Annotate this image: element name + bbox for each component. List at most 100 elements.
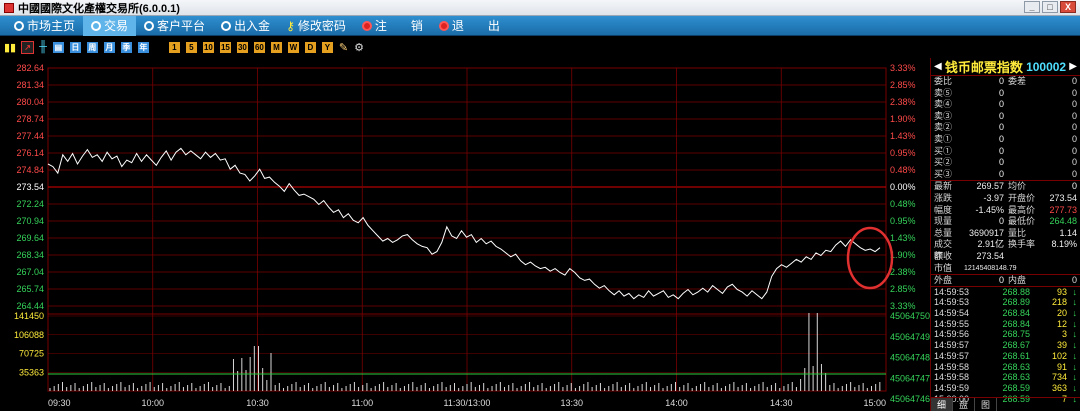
pct-tick-label: 3.33% — [890, 301, 916, 311]
maximize-button[interactable]: □ — [1042, 1, 1058, 13]
stat-row: 现量 0 最低价 264.48 — [931, 216, 1080, 228]
menu-client-platform[interactable]: 客户平台 — [136, 16, 213, 36]
candlestick-icon[interactable]: ╫ — [39, 41, 47, 53]
quote-stats: 最新 269.57 均价 0 涨跌 -3.97 开盘价 273.54 幅度 -1.45% 最高价 27… — [931, 180, 1080, 274]
indicator-icon[interactable]: 5 — [185, 41, 197, 53]
menu-change-password[interactable]: ⚷ 修改密码 — [278, 16, 354, 36]
tick-row: 14:59:58 268.63 734 ↓ — [931, 372, 1080, 383]
globe-icon — [91, 20, 102, 31]
tab-chart[interactable]: 图 — [975, 398, 997, 411]
indicator-icon[interactable]: W — [287, 41, 299, 53]
time-label: 13:30 — [560, 398, 583, 408]
tick-row: 14:59:53 268.89 218 ↓ — [931, 297, 1080, 308]
time-label: 15:00 — [863, 398, 886, 408]
period-day-button[interactable]: 日 — [69, 41, 81, 53]
stat-row: 总量 3690917 量比 1.14 — [931, 228, 1080, 240]
tick-row: 14:59:53 268.88 93 ↓ — [931, 287, 1080, 298]
order-label-2 — [1008, 134, 1038, 146]
globe-icon — [221, 20, 232, 31]
tick-list: 14:59:53 268.88 93 ↓ 14:59:53 268.89 218 ↓ 14:59… — [931, 285, 1080, 405]
order-value-2: 0 — [1071, 87, 1077, 98]
down-arrow-icon: ↓ — [1072, 361, 1078, 372]
price-tick-label: 264.44 — [16, 301, 44, 311]
indicator-icon[interactable]: 1 — [168, 41, 180, 53]
stat-value: 2.91亿 — [977, 239, 1004, 250]
order-label-2 — [1008, 146, 1038, 158]
app-icon — [4, 2, 14, 13]
indicator-icon[interactable]: D — [304, 41, 316, 53]
price-tick-label: 276.14 — [16, 148, 44, 158]
pct-tick-label: 3.33% — [890, 63, 916, 73]
stock-name: 钱币邮票指数 — [944, 60, 1023, 75]
down-arrow-icon: ↓ — [1072, 297, 1078, 308]
annotation-circle — [846, 226, 894, 290]
period-month-button[interactable]: 月 — [103, 41, 115, 53]
next-stock-icon[interactable]: ▶ — [1069, 61, 1077, 72]
stat-row: 市值 12145408148.79 — [931, 263, 1080, 275]
order-book-row: 买③ 0 0 — [931, 169, 1080, 181]
tick-volume: 218 — [1051, 297, 1067, 308]
indicator-icon[interactable]: Y — [321, 41, 333, 53]
order-value-2: 0 — [1071, 110, 1077, 121]
indicator-icon[interactable]: 10 — [202, 41, 214, 53]
menu-deposit-withdraw[interactable]: 出入金 — [213, 16, 278, 36]
line-chart-icon[interactable]: ↗ — [21, 40, 35, 54]
panel-tabs: 细 盘 图 — [931, 397, 1080, 411]
indicator-icon[interactable]: 60 — [253, 41, 265, 53]
indicator-icon[interactable]: 30 — [236, 41, 248, 53]
chart-toolbar: ▮▮ ↗ ╫ ▤ 日 周 月 季 年 1 5 10 15 30 60 M W D… — [0, 36, 1080, 58]
order-value: 0 — [998, 133, 1004, 144]
price-tick-label: 278.74 — [16, 114, 44, 124]
order-label: 卖⑤ — [934, 87, 953, 98]
tab-detail[interactable]: 细 — [931, 398, 953, 411]
order-value: 0 — [998, 145, 1004, 156]
time-label: 11:00 — [351, 398, 373, 408]
price-tick-label: 282.64 — [16, 63, 44, 73]
time-label: 14:30 — [770, 398, 793, 408]
order-value-2: 0 — [1071, 76, 1077, 86]
tick-price: 268.63 — [1002, 361, 1030, 372]
menu-logout[interactable]: 注销 — [354, 16, 431, 36]
stat-value: -1.45% — [975, 204, 1004, 215]
tab-book[interactable]: 盘 — [953, 398, 975, 411]
order-book-row: 卖③ 0 0 — [931, 111, 1080, 123]
pct-tick-label: 2.38% — [890, 97, 916, 107]
bar-chart-icon[interactable]: ▮▮ — [4, 41, 16, 54]
period-year-button[interactable]: 年 — [137, 41, 149, 53]
prev-stock-icon[interactable]: ◀ — [934, 61, 942, 72]
pct-tick-label: 1.43% — [890, 131, 916, 141]
order-label-2 — [1008, 111, 1038, 123]
period-quarter-button[interactable]: 季 — [120, 41, 132, 53]
minimize-button[interactable]: _ — [1024, 1, 1040, 13]
pct-tick-label: 0.48% — [890, 165, 916, 175]
stat-value-2: 264.48 — [1049, 216, 1077, 227]
stat-label: 成交额 — [934, 239, 953, 261]
order-book-row: 委比 0 委差 0 — [931, 76, 1080, 88]
period-week-button[interactable]: 周 — [86, 41, 98, 53]
menu-home[interactable]: 市场主页 — [6, 16, 83, 36]
tick-price: 268.59 — [1002, 382, 1030, 393]
stat-label: 市值 — [934, 262, 953, 273]
table-icon[interactable]: ▤ — [52, 41, 64, 53]
indicator-icon[interactable]: M — [270, 41, 282, 53]
down-arrow-icon: ↓ — [1072, 308, 1078, 319]
order-value: 0 — [998, 122, 1004, 133]
close-button[interactable]: X — [1060, 1, 1076, 13]
stat-value-2: 8.19% — [1051, 239, 1077, 250]
draw-icon[interactable]: ✎ — [339, 41, 348, 54]
order-label: 卖③ — [934, 110, 953, 121]
order-label: 买③ — [934, 168, 953, 179]
menu-exit[interactable]: 退出 — [431, 16, 508, 36]
order-label-2: 委差 — [1008, 76, 1027, 86]
indicator-icon[interactable]: 15 — [219, 41, 231, 53]
tick-price: 268.89 — [1002, 297, 1030, 308]
volume-tick-label: 35363 — [19, 367, 44, 377]
pct-tick-label: 1.90% — [890, 114, 916, 124]
order-value: 0 — [998, 110, 1004, 121]
tick-volume: 91 — [1056, 361, 1067, 372]
tick-volume: 20 — [1056, 308, 1067, 319]
menu-trade[interactable]: 交易 — [83, 15, 137, 36]
gear-icon[interactable]: ⚙ — [354, 41, 364, 54]
order-label-2 — [1008, 99, 1038, 111]
stat-label-2: 开盘价 — [1008, 192, 1036, 203]
